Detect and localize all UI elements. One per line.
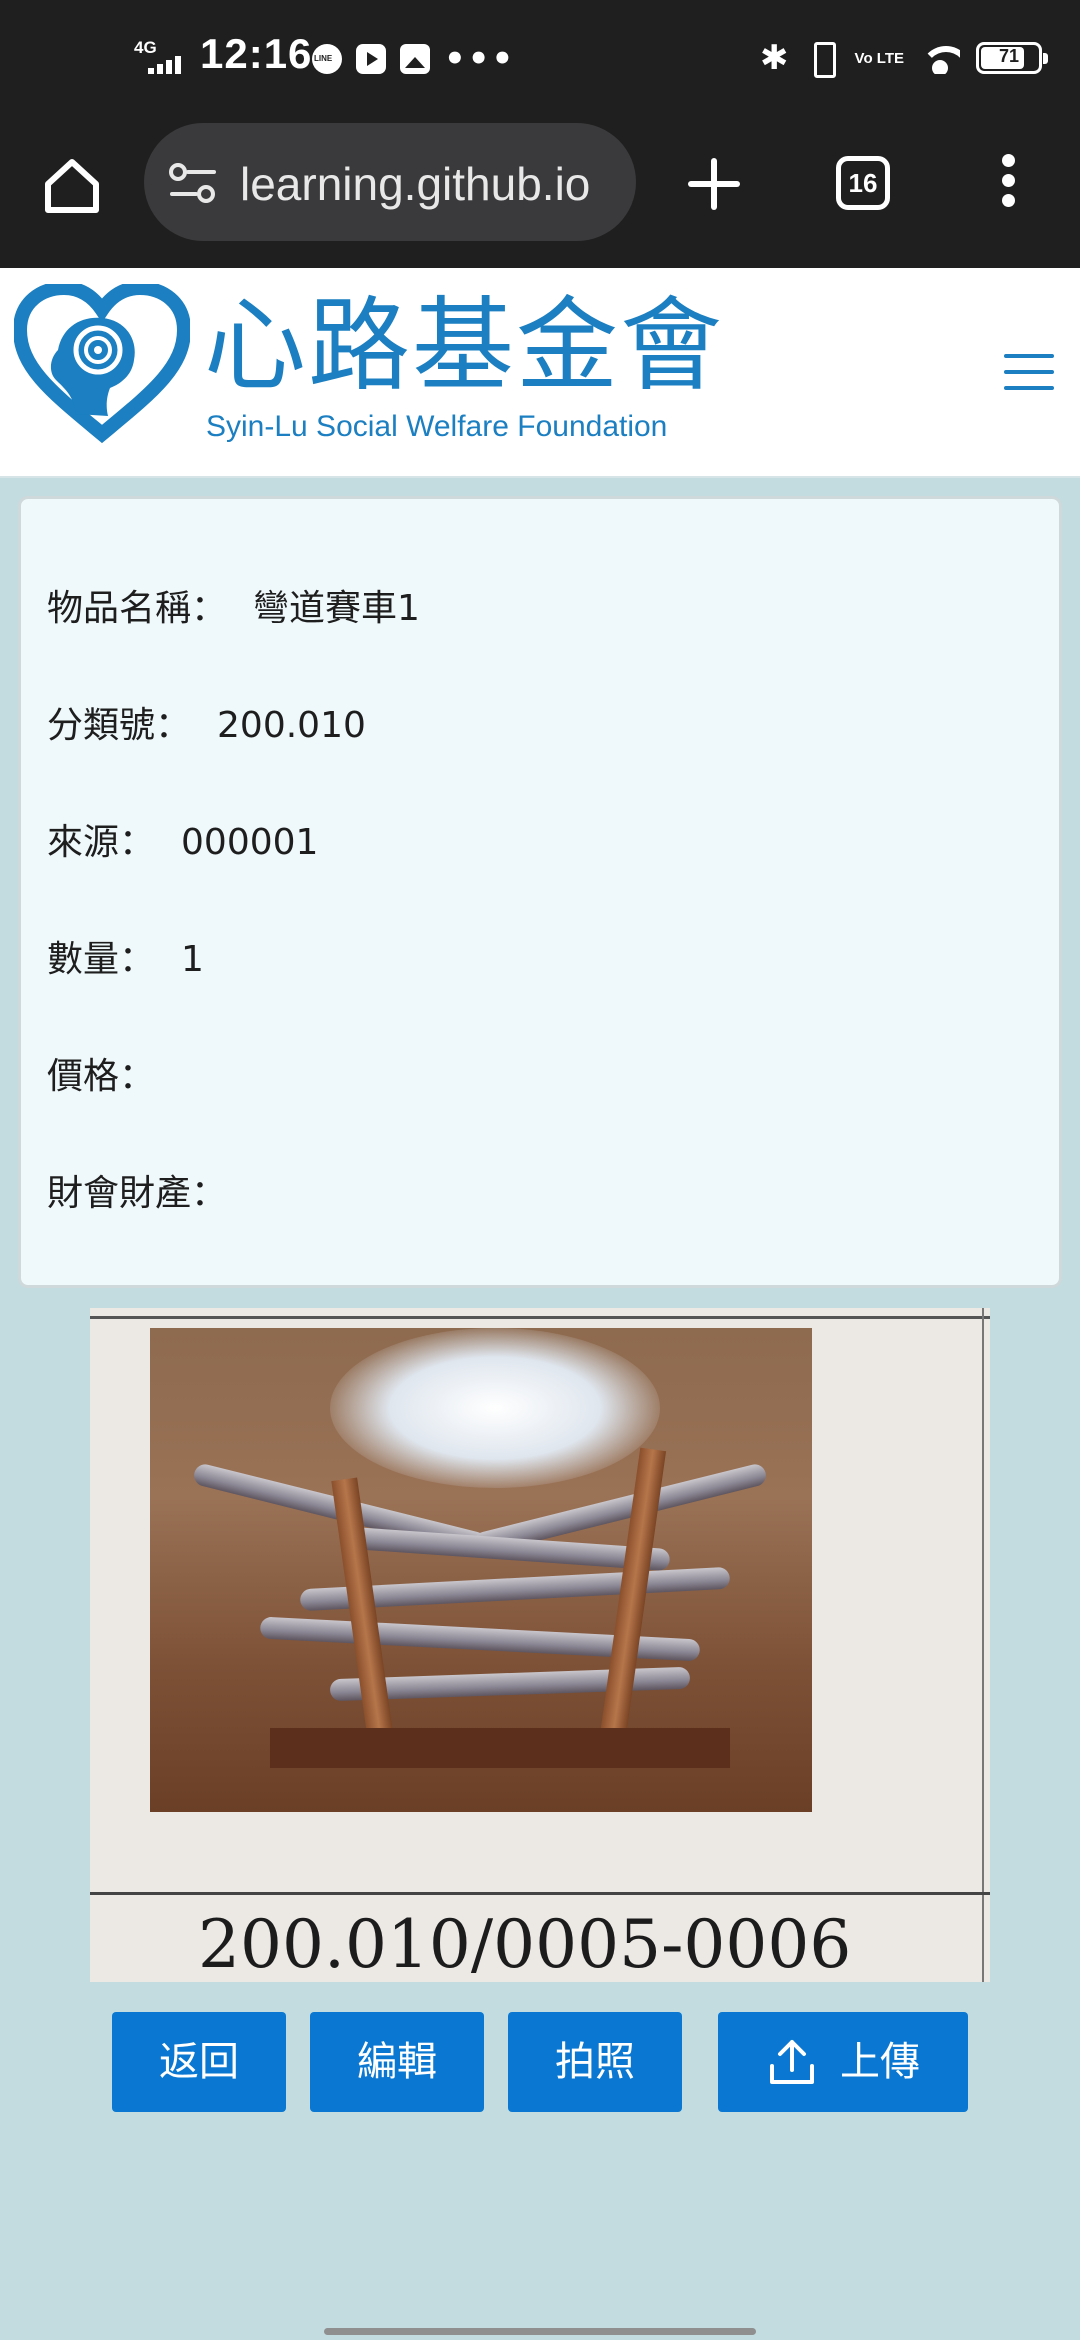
item-photo: 200.010/0005-0006 — [90, 1308, 990, 1982]
wifi-icon — [920, 42, 960, 74]
back-button-label: 返回 — [159, 2040, 239, 2084]
notification-icons: ••• — [312, 39, 516, 79]
field-source: 來源： 000001 — [47, 813, 318, 865]
item-detail-card: 物品名稱： 彎道賽車1 分類號： 200.010 來源： 000001 數量： 1 價格… — [18, 496, 1062, 1288]
edit-button[interactable]: 編輯 — [310, 2012, 484, 2112]
tab-switcher-button[interactable]: 16 — [836, 156, 890, 210]
youtube-icon — [356, 44, 386, 74]
more-notifications-icon: ••• — [444, 39, 516, 79]
foundation-logo-icon[interactable] — [14, 284, 190, 444]
home-button[interactable] — [40, 154, 104, 218]
upload-button[interactable]: 上傳 — [718, 2012, 968, 2112]
address-bar[interactable]: learning.github.io — [144, 123, 636, 241]
field-quantity: 數量： 1 — [47, 930, 204, 982]
field-value: 1 — [181, 939, 204, 980]
take-photo-button[interactable]: 拍照 — [508, 2012, 682, 2112]
gesture-navigation-bar[interactable] — [324, 2328, 756, 2335]
field-item-name: 物品名稱： 彎道賽車1 — [47, 579, 420, 631]
gallery-icon — [400, 44, 430, 74]
hamburger-menu-icon[interactable] — [1004, 354, 1054, 390]
cellular-signal-icon: 4G — [134, 38, 192, 78]
field-label: 分類號： — [47, 705, 192, 746]
upload-button-label: 上傳 — [840, 2040, 920, 2084]
site-subtitle: Syin-Lu Social Welfare Foundation — [206, 410, 668, 443]
field-label: 財會財產： — [47, 1173, 228, 1214]
photo-caption: 200.010/0005-0006 — [198, 1906, 852, 1982]
battery-icon: 71 — [976, 42, 1048, 74]
field-label: 價格： — [47, 1056, 156, 1097]
browser-menu-button[interactable] — [996, 154, 1020, 216]
field-category-number: 分類號： 200.010 — [47, 696, 366, 748]
site-header: 心路基金會 Syin-Lu Social Welfare Foundation — [0, 268, 1080, 478]
browser-toolbar: learning.github.io 16 — [0, 118, 1080, 268]
field-label: 數量： — [47, 939, 156, 980]
vibrate-icon — [805, 40, 839, 78]
take-photo-button-label: 拍照 — [555, 2040, 635, 2084]
new-tab-button[interactable] — [684, 154, 744, 214]
status-bar: 4G 12:16 ••• ✱ Vo LTE 71 — [0, 0, 1080, 118]
field-label: 物品名稱： — [47, 588, 228, 629]
url-text: learning.github.io — [240, 158, 591, 210]
line-icon — [312, 44, 342, 74]
back-button[interactable]: 返回 — [112, 2012, 286, 2112]
clock: 12:16 — [200, 30, 313, 77]
field-value: 200.010 — [217, 705, 366, 746]
field-property: 財會財產： — [47, 1164, 253, 1216]
field-value: 000001 — [181, 822, 319, 863]
field-value: 彎道賽車1 — [253, 588, 420, 629]
edit-button-label: 編輯 — [357, 2040, 437, 2084]
site-title: 心路基金會 — [204, 287, 724, 406]
upload-icon — [770, 2040, 814, 2084]
network-type: 4G — [134, 38, 157, 57]
system-icons: ✱ Vo LTE 71 — [760, 38, 1048, 78]
field-label: 來源： — [47, 822, 156, 863]
site-settings-icon[interactable] — [168, 163, 218, 203]
home-icon — [45, 159, 99, 213]
field-price: 價格： — [47, 1047, 181, 1099]
toy-photo-print — [150, 1328, 812, 1812]
volte-icon: Vo LTE — [854, 49, 904, 67]
battery-level: 71 — [998, 46, 1020, 66]
bluetooth-icon: ✱ — [760, 38, 789, 78]
